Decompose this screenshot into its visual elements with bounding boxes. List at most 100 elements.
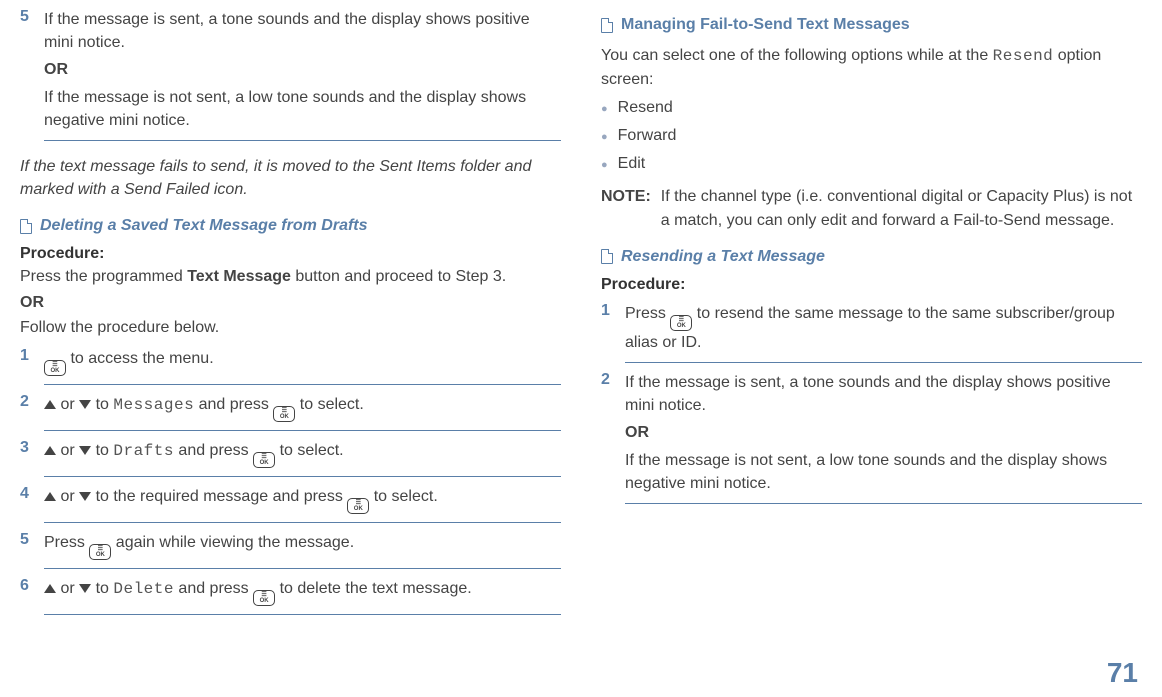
document-icon <box>601 18 613 33</box>
t: or <box>56 396 79 413</box>
bullet-text: Edit <box>618 155 646 175</box>
up-arrow-icon <box>44 400 56 409</box>
divider <box>625 362 1142 363</box>
italic-note: If the text message fails to send, it is… <box>20 155 561 201</box>
t: to resend the same message to the same s… <box>625 305 1115 351</box>
down-arrow-icon <box>79 584 91 593</box>
step-number: 2 <box>20 393 34 422</box>
t: again while viewing the message. <box>111 534 354 551</box>
note-block: NOTE: If the channel type (i.e. conventi… <box>601 185 1142 231</box>
step-row: 2 or to Messages and press ☰OK to select… <box>20 393 561 422</box>
step-body: or to Messages and press ☰OK to select. <box>44 393 364 422</box>
page-number: 71 <box>1107 657 1138 689</box>
divider <box>44 140 561 141</box>
note-text: If the channel type (i.e. conventional d… <box>661 185 1142 231</box>
heading-text: Managing Fail-to-Send Text Messages <box>621 16 910 34</box>
note-label: NOTE: <box>601 185 651 231</box>
step-row: 4 or to the required message and press ☰… <box>20 485 561 514</box>
up-arrow-icon <box>44 446 56 455</box>
s1-after: to access the menu. <box>66 350 214 367</box>
ok-key-icon: ☰OK <box>670 315 692 331</box>
bullet-item: ● Edit <box>601 155 1142 175</box>
step-body: or to Delete and press ☰OK to delete the… <box>44 577 472 606</box>
divider <box>44 430 561 431</box>
t: to select. <box>369 488 437 505</box>
ok-key-icon: ☰OK <box>44 360 66 376</box>
t: and press <box>174 580 253 597</box>
document-icon <box>20 219 32 234</box>
up-arrow-icon <box>44 584 56 593</box>
t: and press <box>174 442 253 459</box>
heading-text: Resending a Text Message <box>621 248 825 266</box>
intro1a: Press the programmed <box>20 268 187 285</box>
t: to <box>91 396 113 413</box>
bullet-dot-icon: ● <box>601 127 608 147</box>
divider <box>44 476 561 477</box>
step-row: 2 If the message is sent, a tone sounds … <box>601 371 1142 495</box>
step-body: or to Drafts and press ☰OK to select. <box>44 439 344 468</box>
intro1b: Text Message <box>187 268 291 285</box>
line2: If the message is not sent, a low tone s… <box>625 449 1142 495</box>
or-label: OR <box>44 61 68 78</box>
down-arrow-icon <box>79 492 91 501</box>
divider <box>44 568 561 569</box>
step5-line1: If the message is sent, a tone sounds an… <box>44 8 561 54</box>
t: or <box>56 488 79 505</box>
up-arrow-icon <box>44 492 56 501</box>
step-body: or to the required message and press ☰OK… <box>44 485 438 514</box>
mono-text: Messages <box>113 396 194 414</box>
intro1c: button and proceed to Step 3. <box>291 268 506 285</box>
step-row: 6 or to Delete and press ☰OK to delete t… <box>20 577 561 606</box>
step-body: Press ☰OK again while viewing the messag… <box>44 531 354 560</box>
mono-text: Delete <box>113 580 174 598</box>
step-row: 3 or to Drafts and press ☰OK to select. <box>20 439 561 468</box>
section-heading-delete: Deleting a Saved Text Message from Draft… <box>20 217 561 235</box>
step-body: ☰OK to access the menu. <box>44 347 214 376</box>
or-label: OR <box>20 294 44 311</box>
step-number: 1 <box>20 347 34 376</box>
bullet-text: Forward <box>618 127 677 147</box>
ok-key-icon: ☰OK <box>253 452 275 468</box>
mono-text: Drafts <box>113 442 174 460</box>
bullet-list: ● Resend ● Forward ● Edit <box>601 99 1142 175</box>
ok-key-icon: ☰OK <box>273 406 295 422</box>
bullet-dot-icon: ● <box>601 99 608 119</box>
right-column: Managing Fail-to-Send Text Messages You … <box>601 0 1142 621</box>
step-body: If the message is sent, a tone sounds an… <box>44 8 561 132</box>
t: to delete the text message. <box>275 580 472 597</box>
procedure-label: Procedure: <box>601 276 1142 294</box>
down-arrow-icon <box>79 446 91 455</box>
step-body: Press ☰OK to resend the same message to … <box>625 302 1142 354</box>
intro-text: Press the programmed Text Message button… <box>20 265 561 288</box>
heading-text: Deleting a Saved Text Message from Draft… <box>40 217 368 235</box>
step-number: 6 <box>20 577 34 606</box>
intro-text: You can select one of the following opti… <box>601 44 1142 91</box>
step-number: 1 <box>601 302 615 354</box>
t: to select. <box>275 442 343 459</box>
intro2: Follow the procedure below. <box>20 316 561 339</box>
t: to <box>91 580 113 597</box>
page: 5 If the message is sent, a tone sounds … <box>0 0 1162 697</box>
or-label: OR <box>625 424 649 441</box>
t: to select. <box>295 396 363 413</box>
divider <box>44 614 561 615</box>
t: Press <box>44 534 89 551</box>
document-icon <box>601 249 613 264</box>
step-number: 3 <box>20 439 34 468</box>
bullet-dot-icon: ● <box>601 155 608 175</box>
t: to <box>91 442 113 459</box>
bullet-text: Resend <box>618 99 673 119</box>
t: Press <box>625 305 670 322</box>
step5-line2: If the message is not sent, a low tone s… <box>44 86 561 132</box>
mono-text: Resend <box>993 47 1054 65</box>
section-heading-resend: Resending a Text Message <box>601 248 1142 266</box>
ok-key-icon: ☰OK <box>347 498 369 514</box>
step-number: 5 <box>20 8 34 132</box>
bullet-item: ● Forward <box>601 127 1142 147</box>
t: or <box>56 442 79 459</box>
procedure-label: Procedure: <box>20 245 561 263</box>
divider <box>44 522 561 523</box>
t: to the required message and press <box>91 488 347 505</box>
ok-key-icon: ☰OK <box>89 544 111 560</box>
bullet-item: ● Resend <box>601 99 1142 119</box>
